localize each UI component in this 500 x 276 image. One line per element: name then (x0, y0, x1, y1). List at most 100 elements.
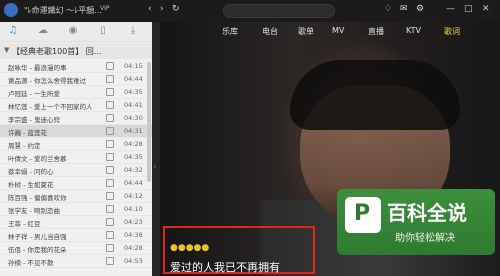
song-row[interactable]: 赵咏华 - 最浪漫的事 04:15 (0, 60, 152, 73)
mv-icon[interactable] (106, 205, 114, 213)
sidebar: ♫ ☁ ◉ ▯ ⤓ ▼ 【经典老歌100首】 回... 赵咏华 - 最浪漫的事 0… (0, 22, 152, 276)
close-button[interactable]: ✕ (482, 4, 490, 14)
song-row[interactable]: 李宗盛 - 鬼迷心窍 04:30 (0, 112, 152, 125)
song-duration: 04:35 (124, 153, 143, 161)
artist-hair (290, 60, 460, 130)
song-title: 许巍 - 蓝莲花 (8, 129, 47, 137)
song-duration: 04:10 (124, 205, 143, 213)
song-title: 卢冠廷 - 一生所爱 (8, 90, 60, 98)
mv-icon[interactable] (106, 114, 114, 122)
sidebar-collapse[interactable]: ‹ (152, 22, 160, 276)
playlist-name: 【经典老歌100首】 回... (12, 47, 102, 56)
lyric-countdown-dots: ●●●●● (170, 243, 210, 253)
mv-icon[interactable] (106, 192, 114, 200)
song-title: 周慧 - 约定 (8, 142, 41, 150)
mv-icon[interactable] (106, 101, 114, 109)
song-title: 陈百强 - 偏偏喜欢你 (8, 194, 67, 202)
vip-badge[interactable]: VIP (100, 5, 110, 12)
song-duration: 04:30 (124, 114, 143, 122)
mv-icon[interactable] (106, 166, 114, 174)
song-duration: 04:44 (124, 75, 143, 83)
refresh-icon[interactable]: ↻ (172, 4, 180, 14)
nav-tab[interactable]: 歌词 (444, 26, 460, 37)
playlist-header[interactable]: ▼ 【经典老歌100首】 回... (0, 43, 152, 59)
mv-icon[interactable] (106, 140, 114, 148)
song-duration: 04:31 (124, 127, 143, 135)
song-row[interactable]: 孙楠 - 不见不散 04:53 (0, 255, 152, 268)
song-title: 黄品源 - 你怎么舍得我难过 (8, 77, 86, 85)
chevron-left-icon[interactable]: ‹ (148, 4, 152, 14)
song-row[interactable]: 林子祥 - 男儿当自强 04:38 (0, 229, 152, 242)
song-duration: 04:28 (124, 244, 143, 252)
mv-icon[interactable] (106, 218, 114, 226)
mv-icon[interactable] (106, 88, 114, 96)
mail-icon[interactable]: ✉ (400, 4, 408, 14)
nav-tab[interactable]: KTV (406, 26, 421, 35)
mv-icon[interactable] (106, 231, 114, 239)
song-row[interactable]: 叶倩文 - 爱的兰舍慕 04:35 (0, 151, 152, 164)
shirt-icon[interactable]: ♢ (384, 4, 392, 14)
minimize-button[interactable]: — (446, 4, 455, 14)
song-title: 朴树 - 生如夏花 (8, 181, 54, 189)
song-duration: 04:38 (124, 231, 143, 239)
song-row[interactable]: 黄品源 - 你怎么舍得我难过 04:44 (0, 73, 152, 86)
search-input[interactable]: 🎤 (223, 4, 335, 18)
maximize-button[interactable]: □ (464, 4, 473, 14)
song-title: 林子祥 - 男儿当自强 (8, 233, 67, 241)
mv-icon[interactable] (106, 127, 114, 135)
song-row[interactable]: 王菲 - 红豆 04:23 (0, 216, 152, 229)
mv-icon[interactable] (106, 75, 114, 83)
song-duration: 04:41 (124, 101, 143, 109)
mv-icon[interactable] (106, 244, 114, 252)
song-row[interactable]: 张学友 - 吻别恋曲 04:10 (0, 203, 152, 216)
song-duration: 04:15 (124, 62, 143, 70)
watermark-logo: P (345, 197, 381, 233)
watermark-badge: P 百科全说 助你轻松解决 (337, 189, 495, 255)
song-row[interactable]: 林忆莲 - 爱上一个不回家的人 04:41 (0, 99, 152, 112)
mv-icon[interactable] (106, 153, 114, 161)
song-title: 李宗盛 - 鬼迷心窍 (8, 116, 60, 124)
user-avatar[interactable] (4, 3, 18, 17)
song-row[interactable]: 卢冠廷 - 一生所爱 04:35 (0, 86, 152, 99)
caret-down-icon[interactable]: ▼ (4, 46, 9, 54)
song-title: 孙楠 - 不见不散 (8, 259, 54, 267)
song-title: 林忆莲 - 爱上一个不回家的人 (8, 103, 93, 111)
lyric-line: 爱过的人我已不再拥有 (170, 261, 280, 274)
chevron-left-icon[interactable]: ‹ (153, 162, 157, 172)
song-duration: 04:23 (124, 218, 143, 226)
song-title: "ﾚ命運鐵幻 ～ﾚ平顏... (24, 6, 102, 15)
song-row[interactable]: 伍佰 - 你是我的花朵 04:28 (0, 242, 152, 255)
nav-tab[interactable]: 乐库 (222, 26, 238, 37)
mv-icon[interactable] (106, 257, 114, 265)
device-icon[interactable]: ▯ (94, 25, 112, 39)
nav-tab[interactable]: MV (332, 26, 344, 35)
settings-icon[interactable]: ⚙ (416, 4, 424, 14)
nav-tab[interactable]: 电台 (262, 26, 278, 37)
song-title: 王菲 - 红豆 (8, 220, 41, 228)
music-note-icon[interactable]: ♫ (4, 25, 22, 39)
watermark-subtitle: 助你轻松解决 (395, 233, 455, 244)
main-nav: 乐库 电台 歌单 MV 直播 KTV 歌词 (160, 22, 500, 42)
download-icon[interactable]: ⤓ (124, 25, 142, 39)
chevron-right-icon[interactable]: › (160, 4, 164, 14)
radio-icon[interactable]: ◉ (64, 25, 82, 39)
song-list: 赵咏华 - 最浪漫的事 04:15 黄品源 - 你怎么舍得我难过 04:44 卢冠廷 -… (0, 60, 152, 268)
song-duration: 04:32 (124, 166, 143, 174)
song-row[interactable]: 许巍 - 蓝莲花 04:31 (0, 125, 152, 138)
watermark-logo-letter: P (354, 201, 371, 226)
scrollbar[interactable] (147, 62, 151, 182)
song-row[interactable]: 朴树 - 生如夏花 04:44 (0, 177, 152, 190)
song-row[interactable]: 蔡幸娟 - 问的心 04:32 (0, 164, 152, 177)
mv-icon[interactable] (106, 179, 114, 187)
song-row[interactable]: 陈百强 - 偏偏喜欢你 04:12 (0, 190, 152, 203)
cloud-icon[interactable]: ☁ (34, 25, 52, 39)
song-title: 伍佰 - 你是我的花朵 (8, 246, 67, 254)
title-bar: "ﾚ命運鐵幻 ～ﾚ平顏... VIP ‹ › ↻ 🎤 ♢ ✉ ⚙ — □ ✕ (0, 0, 500, 22)
song-row[interactable]: 周慧 - 约定 04:28 (0, 138, 152, 151)
song-title: 叶倩文 - 爱的兰舍慕 (8, 155, 67, 163)
mv-icon[interactable] (106, 62, 114, 70)
nav-tab[interactable]: 直播 (368, 26, 384, 37)
song-duration: 04:53 (124, 257, 143, 265)
song-title: 赵咏华 - 最浪漫的事 (8, 64, 67, 72)
nav-tab[interactable]: 歌单 (298, 26, 314, 37)
